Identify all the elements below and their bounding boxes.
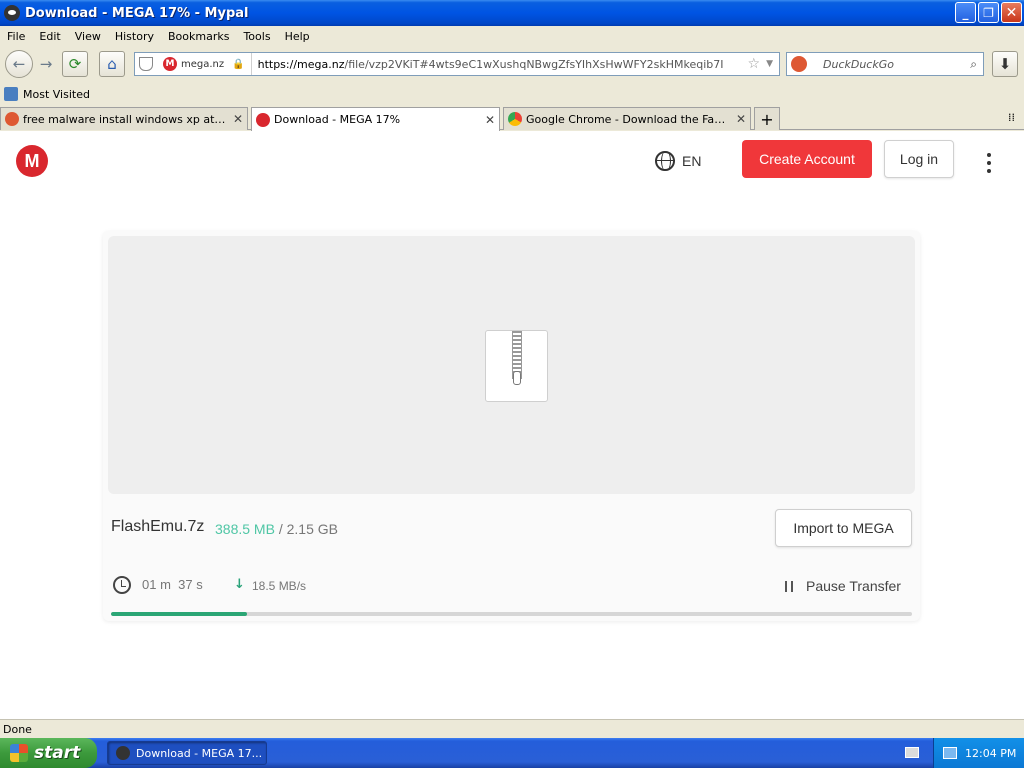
folder-icon <box>4 87 18 101</box>
time-remaining: 01 m 37 s <box>142 577 203 592</box>
taskbar-window-button[interactable]: Download - MEGA 17... <box>107 741 267 765</box>
tab-label: free malware install windows xp at DuckD… <box>23 112 227 126</box>
maximize-button[interactable]: ❐ <box>978 2 999 23</box>
menu-view[interactable]: View <box>68 30 108 43</box>
home-button[interactable]: ⌂ <box>99 51 125 77</box>
tracking-shield-icon[interactable] <box>139 57 153 71</box>
menu-help[interactable]: Help <box>278 30 317 43</box>
new-tab-button[interactable]: + <box>754 107 780 130</box>
url-dropdown-icon[interactable]: ▼ <box>766 59 773 69</box>
forward-button[interactable]: → <box>35 52 57 76</box>
tab-strip: free malware install windows xp at DuckD… <box>0 105 1024 131</box>
tab-label: Google Chrome - Download the Fast, Sec..… <box>526 112 730 126</box>
status-text: Done <box>3 722 32 736</box>
web-page: M EN Create Account Log in FlashEmu.7z 3… <box>0 131 1024 719</box>
file-preview-area <box>108 236 915 494</box>
system-tray: 12:04 PM <box>933 738 1024 768</box>
menu-tools[interactable]: Tools <box>236 30 277 43</box>
download-speed: 18.5 MB/s <box>252 579 307 593</box>
home-icon: ⌂ <box>107 55 117 73</box>
clock[interactable]: 12:04 PM <box>965 747 1016 760</box>
mypal-app-icon <box>116 746 130 760</box>
plus-icon: + <box>760 109 774 129</box>
create-account-button[interactable]: Create Account <box>742 140 872 178</box>
download-card: FlashEmu.7z 388.5 MB / 2.15 GB Import to… <box>103 231 920 621</box>
start-label: start <box>34 743 81 763</box>
navigation-toolbar: ← → ⟳ ⌂ M mega.nz 🔒 https://mega.nz/file… <box>0 46 1024 82</box>
mega-logo[interactable]: M <box>16 145 48 177</box>
minimize-button[interactable]: _ <box>955 2 976 23</box>
windows-logo-icon <box>10 744 28 762</box>
start-button[interactable]: start <box>0 738 97 768</box>
tab-list-icon[interactable]: ⁞⁞ <box>1008 111 1015 124</box>
bookmark-star-icon[interactable]: ☆ <box>748 56 761 72</box>
language-label: EN <box>682 153 702 169</box>
reload-icon: ⟳ <box>68 55 82 73</box>
url-host: https://mega.nz <box>257 57 345 71</box>
menu-history[interactable]: History <box>108 30 161 43</box>
menu-file[interactable]: File <box>0 30 32 43</box>
window-titlebar: Download - MEGA 17% - Mypal _ ❐ ✕ <box>0 0 1024 26</box>
site-identity-label: mega.nz <box>181 58 225 70</box>
archive-file-icon <box>485 330 548 402</box>
menu-bookmarks[interactable]: Bookmarks <box>161 30 236 43</box>
close-button[interactable]: ✕ <box>1001 2 1022 23</box>
url-text[interactable]: https://mega.nz/file/vzp2VKiT#4wts9eC1wX… <box>252 58 748 71</box>
pause-icon[interactable] <box>785 581 793 592</box>
back-arrow-icon: ← <box>12 55 26 73</box>
forward-arrow-icon: → <box>39 55 53 73</box>
bookmark-most-visited[interactable]: Most Visited <box>23 88 90 101</box>
size-separator: / <box>278 521 283 537</box>
tab-duckduckgo[interactable]: free malware install windows xp at DuckD… <box>0 107 248 130</box>
log-in-button[interactable]: Log in <box>884 140 954 178</box>
url-path: /file/vzp2VKiT#4wts9eC1wXushqNBwgZfsYIhX… <box>344 57 724 71</box>
taskbar-window-label: Download - MEGA 17... <box>136 746 263 760</box>
downloads-button[interactable]: ⬇ <box>992 51 1018 77</box>
window-controls: _ ❐ ✕ <box>955 2 1022 23</box>
duckduckgo-favicon-icon <box>5 112 19 126</box>
download-progress-bar <box>111 612 912 616</box>
total-size: 2.15 GB <box>286 521 338 537</box>
tab-label: Download - MEGA 17% <box>274 113 401 126</box>
globe-icon <box>655 151 675 171</box>
back-button[interactable]: ← <box>5 50 33 78</box>
download-progress-fill <box>111 612 248 616</box>
menu-edit[interactable]: Edit <box>32 30 67 43</box>
search-bar[interactable]: DuckDuckGo ⌕ <box>786 52 984 76</box>
language-selector[interactable]: EN <box>655 151 701 171</box>
download-arrow-icon: ⬇ <box>998 55 1012 73</box>
clock-icon <box>113 576 131 594</box>
tab-mega-download[interactable]: Download - MEGA 17% ✕ <box>251 107 500 131</box>
bookmarks-toolbar: Most Visited <box>0 84 1024 104</box>
network-icon[interactable] <box>943 747 957 759</box>
url-bar[interactable]: M mega.nz 🔒 https://mega.nz/file/vzp2VKi… <box>134 52 780 76</box>
tab-close-icon[interactable]: ✕ <box>485 113 495 127</box>
tab-google-chrome[interactable]: Google Chrome - Download the Fast, Sec..… <box>503 107 751 130</box>
mega-favicon-icon <box>256 112 270 127</box>
download-speed-icon: ↓ <box>234 577 245 592</box>
site-identity[interactable]: M mega.nz 🔒 <box>157 53 252 75</box>
menu-bar: File Edit View History Bookmarks Tools H… <box>0 26 1024 46</box>
tab-close-icon[interactable]: ✕ <box>736 112 746 126</box>
window-title: Download - MEGA 17% - Mypal <box>25 5 249 21</box>
pause-transfer-button[interactable]: Pause Transfer <box>806 578 901 594</box>
file-name: FlashEmu.7z <box>111 518 205 535</box>
more-menu-icon[interactable] <box>986 153 992 173</box>
file-size: 388.5 MB / 2.15 GB <box>215 521 338 537</box>
search-placeholder: DuckDuckGo <box>823 57 894 71</box>
import-to-mega-button[interactable]: Import to MEGA <box>775 509 912 547</box>
keyboard-icon[interactable] <box>905 747 919 758</box>
search-icon[interactable]: ⌕ <box>970 57 977 72</box>
lock-icon: 🔒 <box>232 58 245 70</box>
downloaded-size: 388.5 MB <box>215 521 275 537</box>
mega-favicon-icon: M <box>163 57 177 71</box>
reload-button[interactable]: ⟳ <box>62 51 88 77</box>
tab-close-icon[interactable]: ✕ <box>233 112 243 126</box>
duckduckgo-icon[interactable] <box>791 56 807 72</box>
status-bar: Done <box>0 719 1024 738</box>
windows-taskbar: start Download - MEGA 17... 12:04 PM <box>0 738 1024 768</box>
chrome-favicon-icon <box>508 112 522 126</box>
mypal-app-icon <box>4 5 20 21</box>
